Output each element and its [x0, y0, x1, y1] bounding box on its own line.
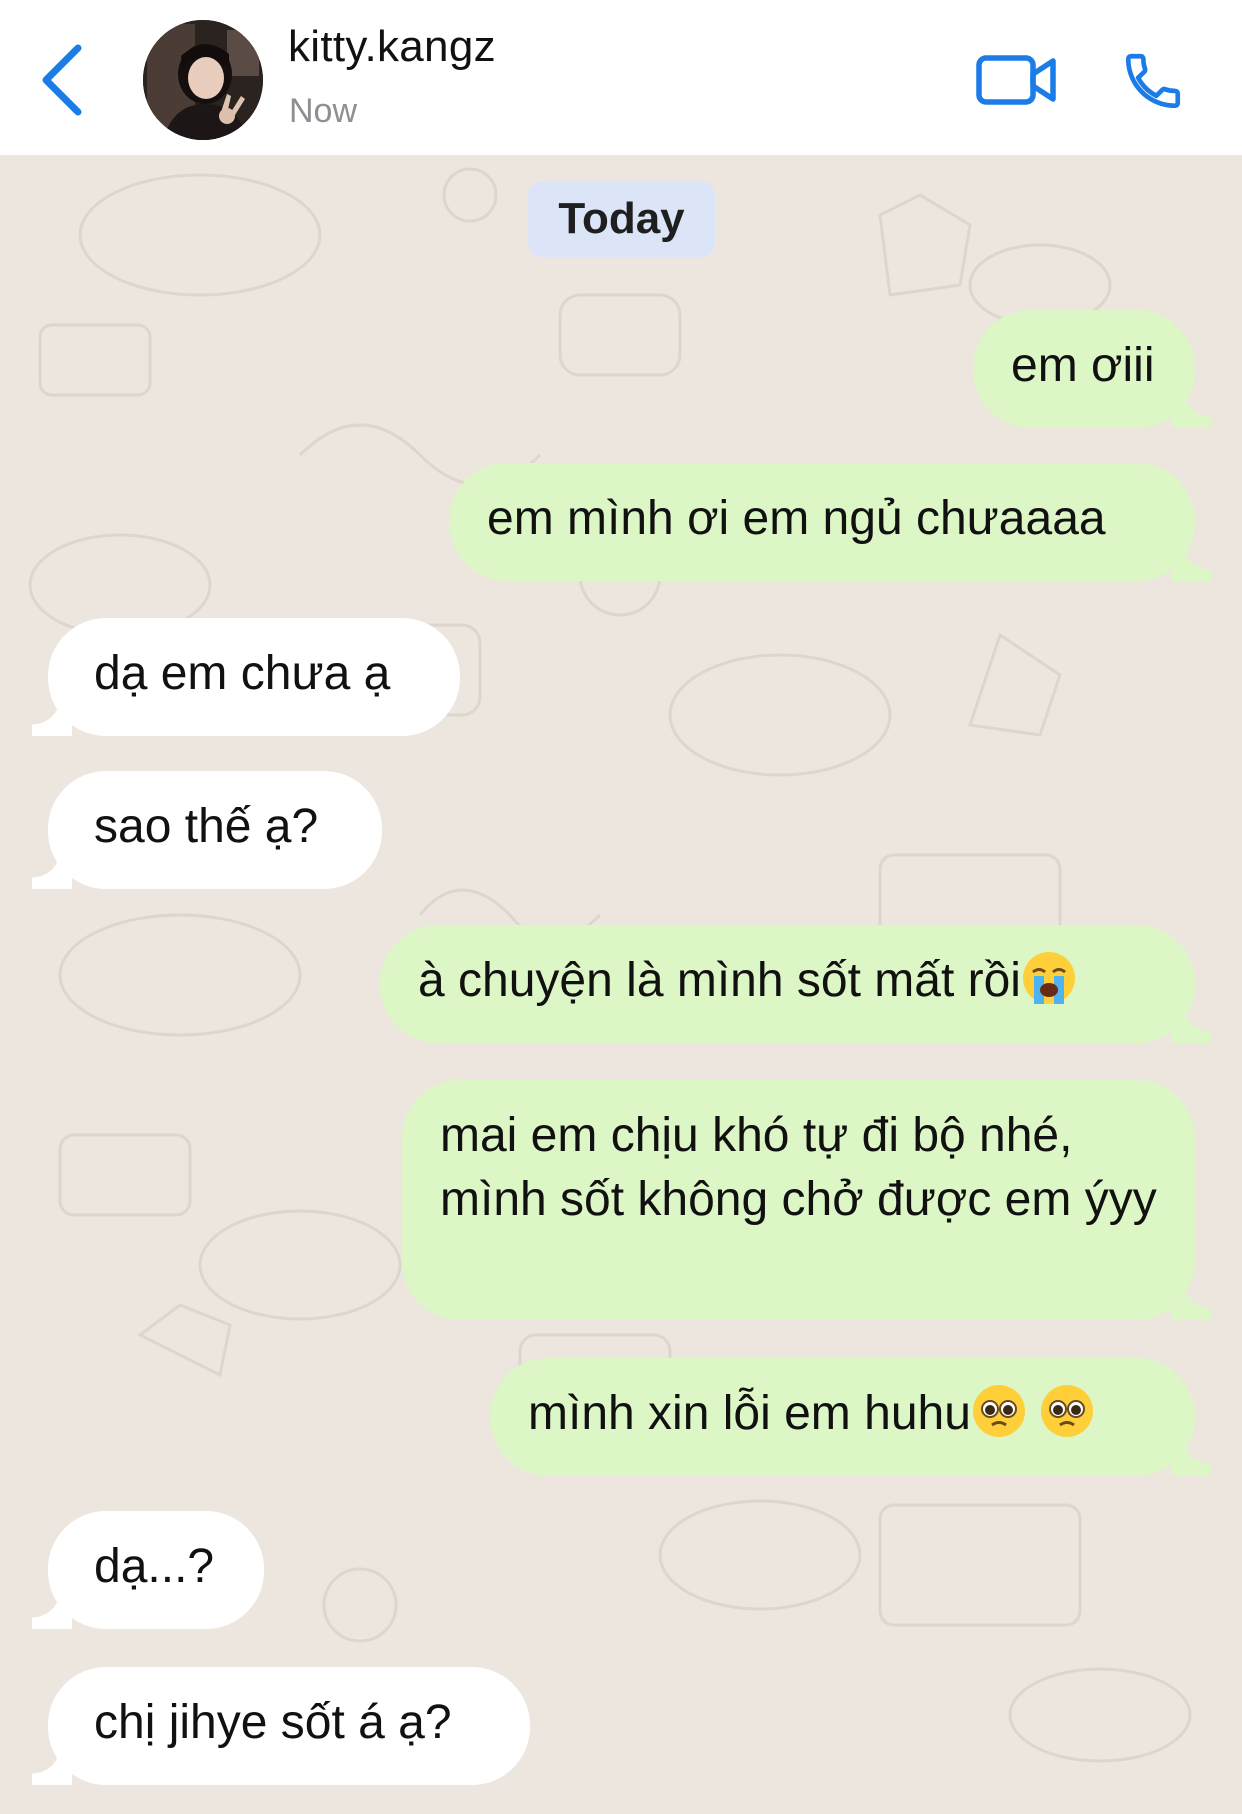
incoming-message[interactable]: dạ em chưa ạ [32, 618, 460, 736]
pleading-face-icon [972, 1385, 1025, 1437]
back-button[interactable] [38, 42, 88, 118]
outgoing-message[interactable]: à chuyện là mình sốt mất rồi [380, 925, 1211, 1043]
message-text: em ơiii [1011, 339, 1155, 392]
incoming-message[interactable]: dạ...? [32, 1511, 264, 1629]
avatar[interactable] [143, 20, 263, 140]
pleading-face-icon [1040, 1385, 1093, 1437]
message-text: mình xin lỗi em huhu [528, 1387, 971, 1440]
voice-call-button[interactable] [1120, 48, 1186, 114]
video-call-button[interactable] [975, 50, 1059, 110]
message-text: chị jihye sốt á ạ? [94, 1696, 452, 1749]
chat-area[interactable]: Today em ơiii em mình ơi em ngủ chưaaaa … [0, 155, 1242, 1814]
contact-name[interactable]: kitty.kangz [288, 22, 496, 72]
chevron-left-icon [42, 44, 82, 116]
message-text: dạ em chưa ạ [94, 647, 391, 700]
message-text: em mình ơi em ngủ chưaaaa [487, 492, 1106, 545]
outgoing-message[interactable]: mai em chịu khó tự đi bộ nhé, mình sốt k… [402, 1080, 1211, 1320]
loudly-crying-face-icon [1022, 952, 1075, 1004]
contact-status: Now [289, 92, 358, 130]
message-text: dạ...? [94, 1540, 215, 1593]
message-text: à chuyện là mình sốt mất rồi [418, 954, 1021, 1007]
incoming-message[interactable]: chị jihye sốt á ạ? [32, 1667, 530, 1785]
outgoing-message[interactable]: em mình ơi em ngủ chưaaaa [449, 463, 1211, 581]
chat-header: kitty.kangz Now [0, 0, 1242, 155]
incoming-message[interactable]: sao thế ạ? [32, 771, 382, 889]
video-camera-icon [976, 55, 1056, 105]
outgoing-message[interactable]: em ơiii [973, 310, 1211, 428]
phone-icon [1125, 53, 1181, 109]
message-text: sao thế ạ? [94, 800, 319, 853]
avatar-photo [143, 20, 263, 140]
outgoing-message[interactable]: mình xin lỗi em huhu [490, 1358, 1211, 1476]
date-separator: Today [528, 181, 715, 257]
message-text: mai em chịu khó tự đi bộ nhé, mình sốt k… [440, 1109, 1157, 1226]
